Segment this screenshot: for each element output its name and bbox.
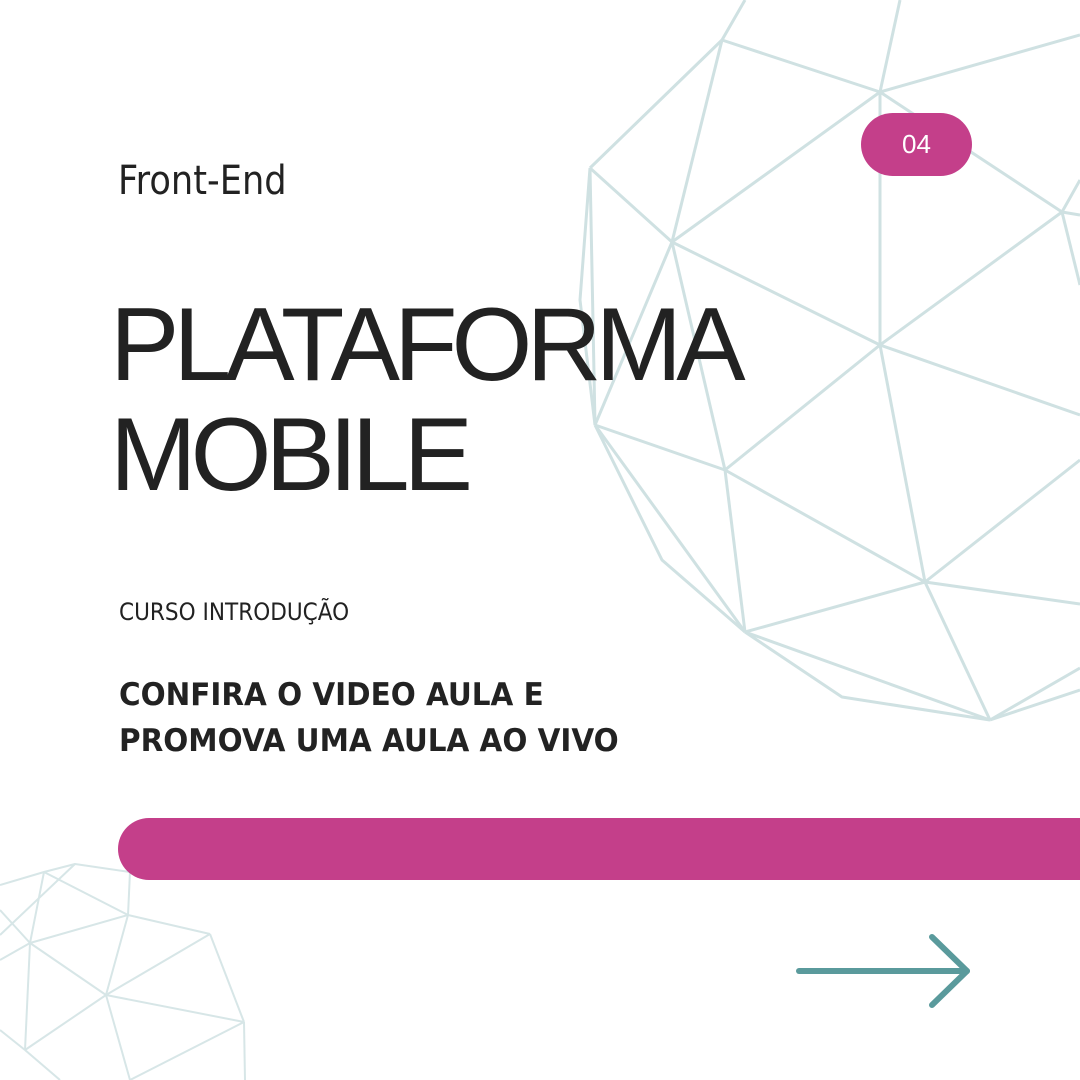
cta-line-1: CONFIRA O VIDEO AULA E — [119, 677, 544, 713]
cta-line-2: PROMOVA UMA AULA AO VIVO — [119, 723, 619, 759]
page-title: PLATAFORMA MOBILE — [110, 287, 746, 513]
page-number-badge: 04 — [861, 113, 972, 176]
title-line-1: PLATAFORMA — [110, 287, 746, 403]
page-number: 04 — [902, 129, 931, 159]
slide: Front-End 04 PLATAFORMA MOBILE CURSO INT… — [0, 0, 1080, 1080]
category-label: Front-End — [118, 158, 287, 204]
arrow-right-icon[interactable] — [795, 930, 975, 1014]
accent-bar — [118, 818, 1080, 880]
title-line-2: MOBILE — [110, 397, 473, 513]
call-to-action-text: CONFIRA O VIDEO AULA E PROMOVA UMA AULA … — [119, 672, 619, 764]
course-label: CURSO INTRODUÇÃO — [119, 598, 350, 626]
